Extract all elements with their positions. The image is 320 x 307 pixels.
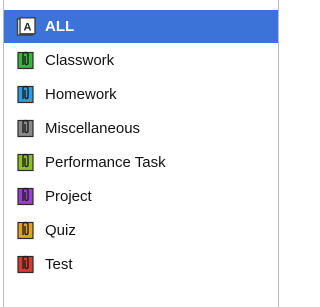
lime-clip-icon	[16, 152, 36, 172]
category-item-all[interactable]: A ALL	[4, 10, 278, 43]
all-icon-letter: A	[24, 21, 32, 33]
category-label: ALL	[45, 18, 75, 35]
category-item-homework[interactable]: Homework	[4, 77, 278, 111]
blue-clip-icon	[16, 84, 36, 104]
category-item-quiz[interactable]: Quiz	[4, 213, 278, 247]
list-top-padding	[4, 0, 278, 10]
category-label: Classwork	[45, 51, 115, 69]
category-item-performance-task[interactable]: Performance Task	[4, 145, 278, 179]
category-list: A ALL Classwork Homework Miscellaneous P…	[3, 0, 279, 307]
category-item-miscellaneous[interactable]: Miscellaneous	[4, 111, 278, 145]
green-clip-icon	[16, 50, 36, 70]
all-letter-a-icon: A	[16, 16, 36, 37]
category-label: Test	[45, 255, 73, 273]
category-label: Homework	[45, 85, 117, 103]
category-label: Project	[45, 187, 92, 205]
category-label: Miscellaneous	[45, 119, 141, 137]
gray-clip-icon	[16, 118, 36, 138]
purple-clip-icon	[16, 186, 36, 206]
category-item-project[interactable]: Project	[4, 179, 278, 213]
category-label: Performance Task	[45, 153, 166, 171]
red-clip-icon	[16, 254, 36, 274]
category-label: Quiz	[45, 221, 76, 239]
category-item-test[interactable]: Test	[4, 247, 278, 281]
category-item-classwork[interactable]: Classwork	[4, 43, 278, 77]
orange-clip-icon	[16, 220, 36, 240]
